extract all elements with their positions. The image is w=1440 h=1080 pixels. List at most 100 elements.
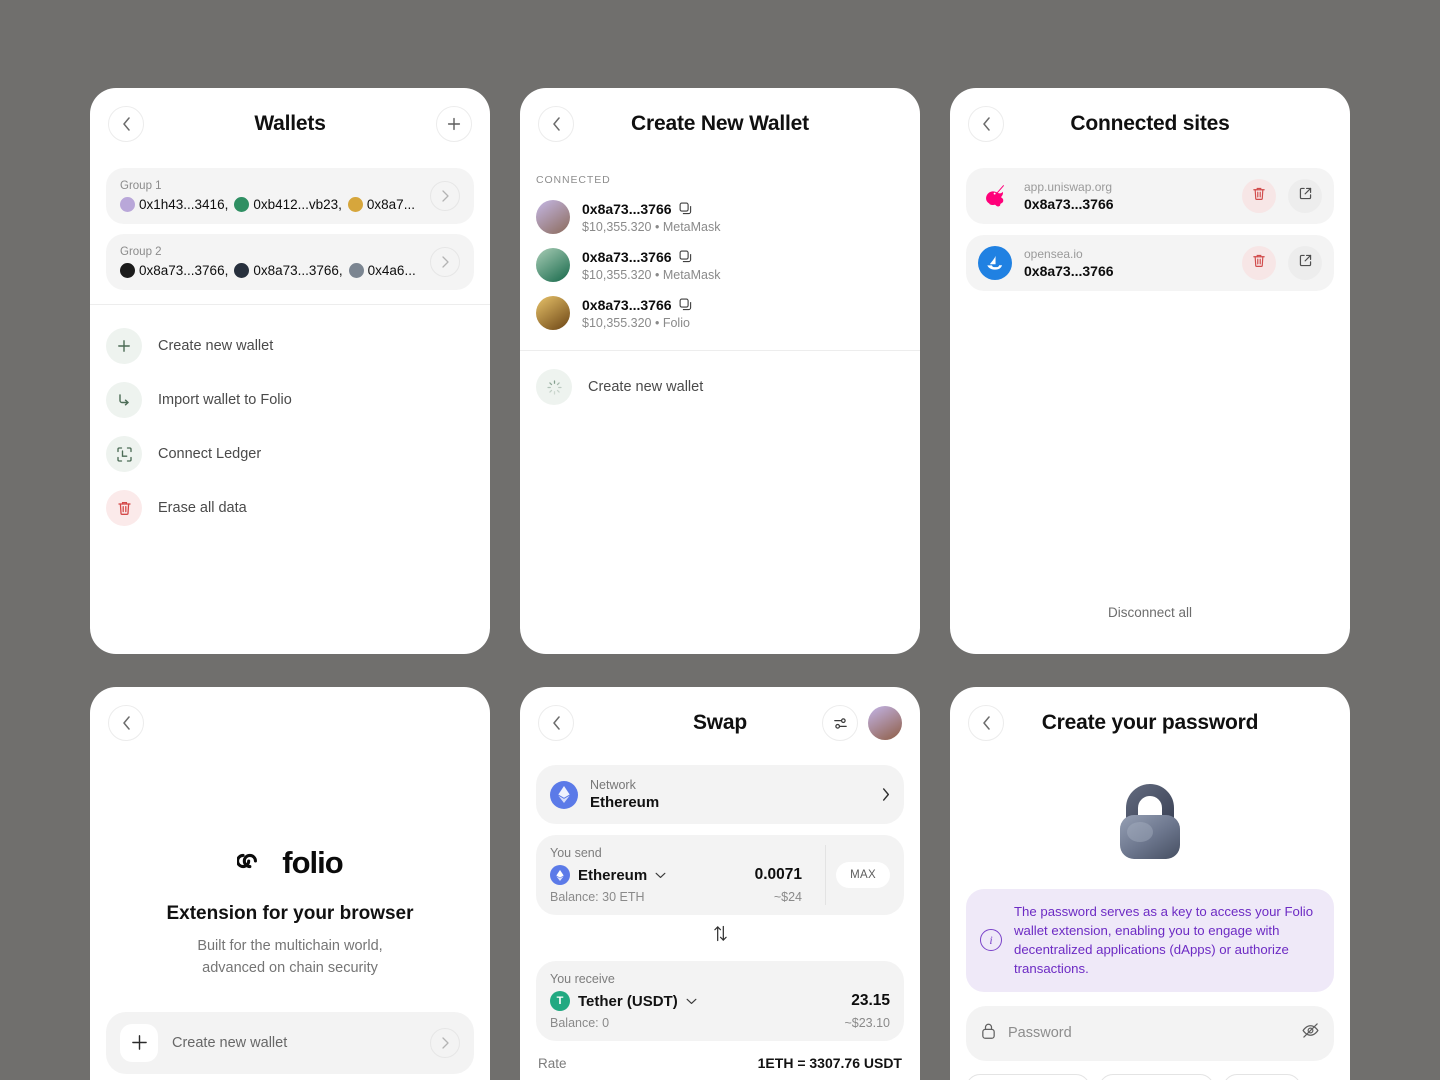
chevron-left-icon [982,716,991,730]
plus-icon [120,1023,158,1062]
connected-site-row[interactable]: app.uniswap.org 0x8a73...3766 [966,168,1334,224]
disconnect-site-button[interactable] [1242,246,1276,280]
menu-item-import-wallet[interactable]: Import wallet to Folio [106,373,474,427]
folio-links-icon [236,850,273,877]
avatar [234,197,250,212]
network-info: Network Ethereum [590,778,659,811]
site-host: app.uniswap.org [1024,180,1113,194]
account-detail: $10,355.320 • MetaMask [582,267,721,282]
ledger-scan-icon [106,436,142,472]
swap-direction-button[interactable] [536,915,904,950]
add-wallet-button[interactable] [436,106,472,142]
copy-icon[interactable] [679,250,692,263]
eye-off-icon[interactable] [1301,1022,1320,1044]
password-rule-chip: Mix case letters [1098,1073,1214,1080]
swap-settings-button[interactable] [822,705,858,741]
back-button[interactable] [968,705,1004,741]
menu-item-label: Connect Ledger [158,446,262,462]
info-circle-icon: i [980,929,1002,952]
page-title: Create your password [1041,711,1259,734]
site-info: opensea.io 0x8a73...3766 [1024,247,1230,279]
copy-icon[interactable] [679,202,692,215]
external-link-icon [1298,186,1313,206]
password-header: Create your password [950,687,1350,759]
password-body: i The password serves as a key to access… [950,775,1350,1080]
back-button[interactable] [968,106,1004,142]
wallet-group-row[interactable]: Group 1 0x1h43...3416, 0xb412...vb23, 0x… [106,168,474,224]
connected-site-row[interactable]: opensea.io 0x8a73...3766 [966,235,1334,291]
back-button[interactable] [538,705,574,741]
chevron-left-icon [982,117,991,131]
wallets-header: Wallets [90,88,490,160]
back-button[interactable] [108,705,144,741]
connected-account-row[interactable]: 0x8a73...3766 $10,355.320 • MetaMask [520,242,920,290]
avatar [347,197,363,212]
divider [825,845,826,905]
chevron-right-icon[interactable] [430,1027,460,1058]
tether-icon: T [550,991,570,1011]
site-host: opensea.io [1024,247,1083,261]
menu-item-erase-all-data[interactable]: Erase all data [106,481,474,535]
account-address: 0xb412...vb23, [253,197,342,212]
create-wallet-header: Create New Wallet [520,88,920,160]
group-info: Group 1 0x1h43...3416, 0xb412...vb23, 0x… [120,180,422,212]
account-address: 0x8a73...3766, [253,263,343,278]
connected-account-row[interactable]: 0x8a73...3766 $10,355.320 • MetaMask [520,194,920,242]
send-token-selector[interactable]: Ethereum [550,865,666,885]
site-address: 0x8a73...3766 [1024,196,1114,212]
back-button[interactable] [538,106,574,142]
create-password-card: Create your password i The password serv… [950,687,1350,1080]
network-selector[interactable]: Network Ethereum [536,765,904,824]
disconnect-all-button[interactable]: Disconnect all [950,605,1350,620]
account-info: 0x8a73...3766 $10,355.320 • MetaMask [582,249,721,282]
open-site-button[interactable] [1288,179,1322,213]
password-rule-chip: Min. 6 characters [966,1073,1090,1080]
password-rules: Min. 6 characters Mix case letters Numbe… [966,1073,1334,1080]
avatar[interactable] [868,706,902,740]
opensea-sailboat-icon [978,246,1012,280]
connected-account-row[interactable]: 0x8a73...3766 $10,355.320 • Folio [520,290,920,338]
page-title: Connected sites [1070,112,1230,135]
copy-icon[interactable] [679,298,692,311]
send-amount[interactable]: 0.0071 [755,866,802,884]
lock-icon [980,1022,997,1045]
create-new-wallet-label: Create new wallet [588,379,704,395]
max-button[interactable]: MAX [836,862,890,888]
password-info-text: The password serves as a key to access y… [1014,904,1314,977]
chevron-left-icon [552,117,561,131]
create-new-wallet-row[interactable]: Create new wallet [520,351,920,405]
network-value: Ethereum [590,794,660,811]
receive-balance: Balance: 0 [550,1016,610,1030]
connected-sites-header: Connected sites [950,88,1350,160]
chevron-left-icon [122,716,131,730]
open-site-button[interactable] [1288,246,1322,280]
chevron-right-icon[interactable] [430,181,460,211]
header-actions [436,106,472,142]
receive-amount: 23.15 [851,992,890,1009]
chevron-right-icon[interactable] [430,247,460,277]
you-receive-box: You receive T Tether (USDT) 23.15 Balanc… [536,961,904,1041]
group-accounts: 0x1h43...3416, 0xb412...vb23, 0x8a7... [120,197,422,212]
you-receive-footer: Balance: 0 ~$23.10 [550,1016,890,1030]
create-new-wallet-cta[interactable]: Create new wallet [106,1011,474,1074]
chevron-down-icon [655,866,666,884]
spinner-icon [536,369,572,405]
avatar [348,263,364,278]
menu-item-create-new-wallet[interactable]: Create new wallet [106,319,474,373]
site-info: app.uniswap.org 0x8a73...3766 [1024,180,1230,212]
wallet-group-row[interactable]: Group 2 0x8a73...3766, 0x8a73...3766, 0x… [106,234,474,290]
account-address-row: 0x8a73...3766 [582,249,721,265]
back-button[interactable] [108,106,144,142]
menu-item-connect-ledger[interactable]: Connect Ledger [106,427,474,481]
password-field[interactable]: Password [966,1005,1334,1061]
network-label: Network [590,778,636,792]
receive-token-name: Tether (USDT) [578,992,678,1010]
receive-token-selector[interactable]: T Tether (USDT) [550,991,697,1011]
chevron-left-icon [552,716,561,730]
avatar [536,248,570,282]
chevron-left-icon [122,117,131,131]
connected-sites-list: app.uniswap.org 0x8a73...3766 opensea.io… [950,160,1350,291]
you-receive-label: You receive [550,972,615,986]
account-detail: $10,355.320 • MetaMask [582,219,721,234]
disconnect-site-button[interactable] [1242,179,1276,213]
